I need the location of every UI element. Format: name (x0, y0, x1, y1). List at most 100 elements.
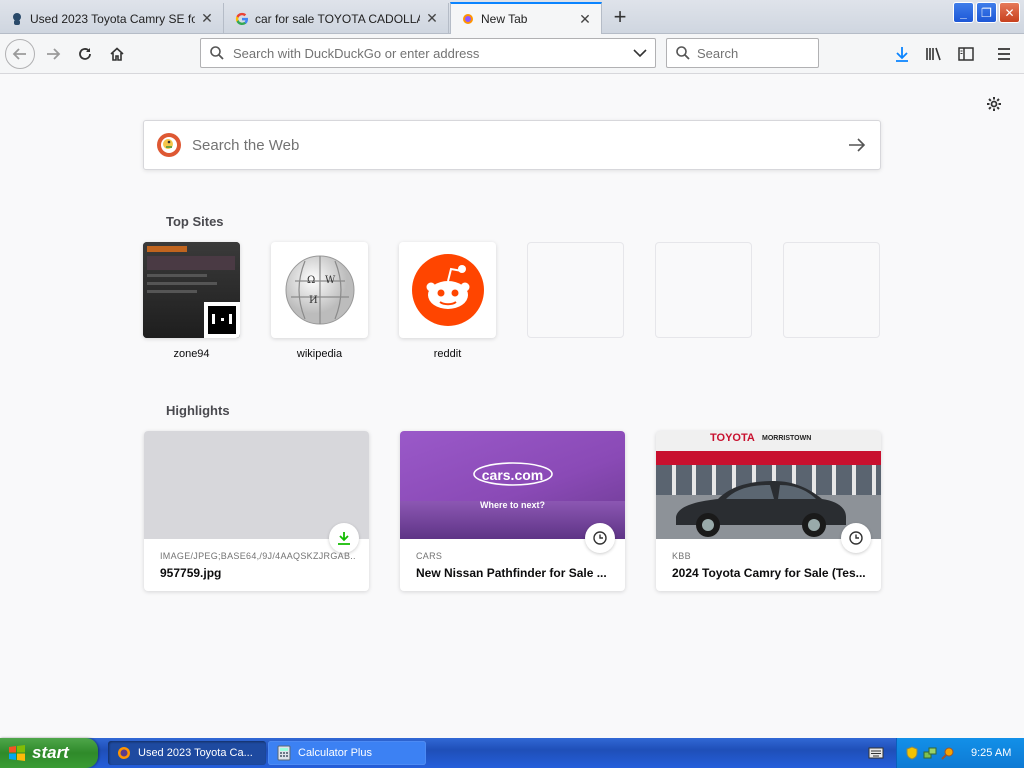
google-favicon-icon (235, 12, 249, 26)
card-title: 2024 Toyota Camry for Sale (Tes... (672, 566, 866, 580)
top-site-empty-slot[interactable] (527, 242, 624, 338)
svg-text:Ω: Ω (307, 275, 315, 286)
library-icon (926, 47, 941, 61)
zone94-thumbnail (143, 242, 240, 338)
firefox-favicon-icon (461, 12, 475, 26)
top-site-empty-slot[interactable] (783, 242, 880, 338)
close-icon[interactable]: ✕ (577, 11, 593, 27)
network-icon[interactable] (923, 746, 937, 760)
tab-used-camry[interactable]: Used 2023 Toyota Camry SE for sale ✕ (0, 3, 224, 34)
chevron-down-icon[interactable] (633, 48, 647, 58)
back-button[interactable] (5, 39, 35, 69)
tab-new-tab[interactable]: New Tab ✕ (450, 2, 602, 34)
taskbar-item-browser[interactable]: Used 2023 Toyota Ca... (108, 741, 266, 765)
new-tab-button[interactable]: + (606, 4, 634, 30)
search-bar[interactable]: Search (666, 38, 819, 68)
card-title: New Nissan Pathfinder for Sale ... (416, 566, 607, 580)
arrow-right-icon (47, 48, 61, 60)
close-icon[interactable]: ✕ (199, 10, 215, 27)
search-icon (676, 46, 690, 60)
calculator-app-icon (277, 745, 291, 761)
card-title: 957759.jpg (160, 566, 222, 580)
address-placeholder: Search with DuckDuckGo or enter address (233, 45, 480, 61)
top-site-empty-slot[interactable] (655, 242, 752, 338)
card-thumbnail (144, 431, 369, 539)
tab-strip: Used 2023 Toyota Camry SE for sale ✕ car… (0, 0, 1024, 34)
top-sites-heading: Top Sites (166, 214, 224, 229)
cars-com-logo-text: cars.com (481, 467, 544, 483)
settings-gear-icon[interactable] (984, 94, 1004, 114)
library-button[interactable] (920, 39, 948, 69)
windows-logo-icon (9, 745, 25, 761)
download-arrow-icon (896, 47, 908, 62)
tab-label: car for sale TOYOTA CADOLLAC I (255, 11, 420, 26)
tab-google-search[interactable]: car for sale TOYOTA CADOLLAC I ✕ (225, 3, 449, 34)
navigation-toolbar: Search with DuckDuckGo or enter address … (0, 34, 1024, 74)
empty-tile (527, 242, 624, 338)
web-search-placeholder: Search the Web (192, 136, 300, 154)
system-tray: 9:25 AM (896, 738, 1024, 768)
card-source: CARS (416, 551, 443, 561)
home-button[interactable] (102, 39, 132, 69)
window-controls: _ ❐ ✕ (953, 2, 1020, 23)
top-site-wikipedia[interactable]: ΩWИ wikipedia (271, 242, 368, 360)
arrow-right-icon[interactable] (848, 137, 866, 153)
minimize-button[interactable]: _ (953, 2, 974, 23)
menu-button[interactable] (990, 39, 1018, 69)
search-placeholder: Search (697, 45, 739, 61)
download-icon (329, 523, 359, 553)
search-tray-icon[interactable] (941, 746, 955, 760)
clock-icon (585, 523, 615, 553)
hamburger-menu-icon (998, 48, 1010, 60)
card-source: KBB (672, 551, 691, 561)
empty-tile (783, 242, 880, 338)
forward-button[interactable] (38, 39, 68, 69)
top-site-name: zone94 (173, 348, 210, 360)
top-site-name: wikipedia (296, 348, 343, 360)
car-image (676, 481, 846, 537)
card-source: IMAGE/JPEG;BASE64,/9J/4AAQSKZJRGAB... (160, 551, 355, 561)
svg-text:И: И (309, 295, 318, 306)
highlight-card-cars[interactable]: cars.com Where to next? CARS New Nissan … (400, 431, 625, 591)
reload-icon (79, 48, 91, 60)
start-button[interactable]: start (0, 738, 98, 768)
top-site-name: reddit (433, 348, 462, 360)
sidebar-button[interactable] (952, 39, 980, 69)
tab-label: New Tab (481, 12, 528, 26)
highlight-card-image[interactable]: IMAGE/JPEG;BASE64,/9J/4AAQSKZJRGAB... 95… (144, 431, 369, 591)
cars-com-thumbnail: cars.com Where to next? (400, 431, 625, 539)
car-site-favicon-icon (10, 12, 24, 26)
sidebar-icon (958, 47, 974, 61)
empty-tile (655, 242, 752, 338)
close-icon[interactable]: ✕ (424, 10, 440, 27)
highlights-heading: Highlights (166, 403, 230, 418)
top-site-reddit[interactable]: reddit (399, 242, 496, 360)
start-label: start (32, 743, 69, 762)
windows-taskbar: start Used 2023 Toyota Ca... Calculator … (0, 738, 1024, 768)
highlight-card-kbb[interactable]: TOYOTA MORRISTOWN KBB 2024 Toyota Camry … (656, 431, 881, 591)
task-label: Calculator Plus (298, 747, 372, 759)
reddit-snoo-icon (399, 242, 496, 338)
toyota-camry-thumbnail: TOYOTA MORRISTOWN (656, 431, 881, 539)
keyboard-icon[interactable] (868, 746, 884, 760)
downloads-button[interactable] (888, 39, 916, 69)
taskbar-item-calculator[interactable]: Calculator Plus (268, 741, 426, 765)
top-site-zone94[interactable]: zone94 (143, 242, 240, 360)
svg-text:W: W (325, 275, 336, 286)
browser-app-icon (118, 747, 130, 759)
tab-label: Used 2023 Toyota Camry SE for sale (30, 11, 195, 26)
duckduckgo-logo-icon (157, 133, 181, 157)
reload-button[interactable] (70, 39, 100, 69)
cars-com-tagline: Where to next? (479, 500, 545, 510)
clock-time: 9:25 AM (971, 747, 1012, 759)
web-search-box[interactable]: Search the Web (143, 120, 881, 170)
restore-button[interactable]: ❐ (976, 2, 997, 23)
home-icon (110, 47, 124, 61)
window-close-button[interactable]: ✕ (999, 2, 1020, 23)
address-bar[interactable]: Search with DuckDuckGo or enter address (200, 38, 656, 68)
arrow-left-icon (12, 48, 26, 60)
search-icon (210, 46, 224, 60)
task-label: Used 2023 Toyota Ca... (138, 747, 253, 759)
security-shield-icon[interactable] (905, 746, 919, 760)
wikipedia-globe-icon: ΩWИ (271, 242, 368, 338)
